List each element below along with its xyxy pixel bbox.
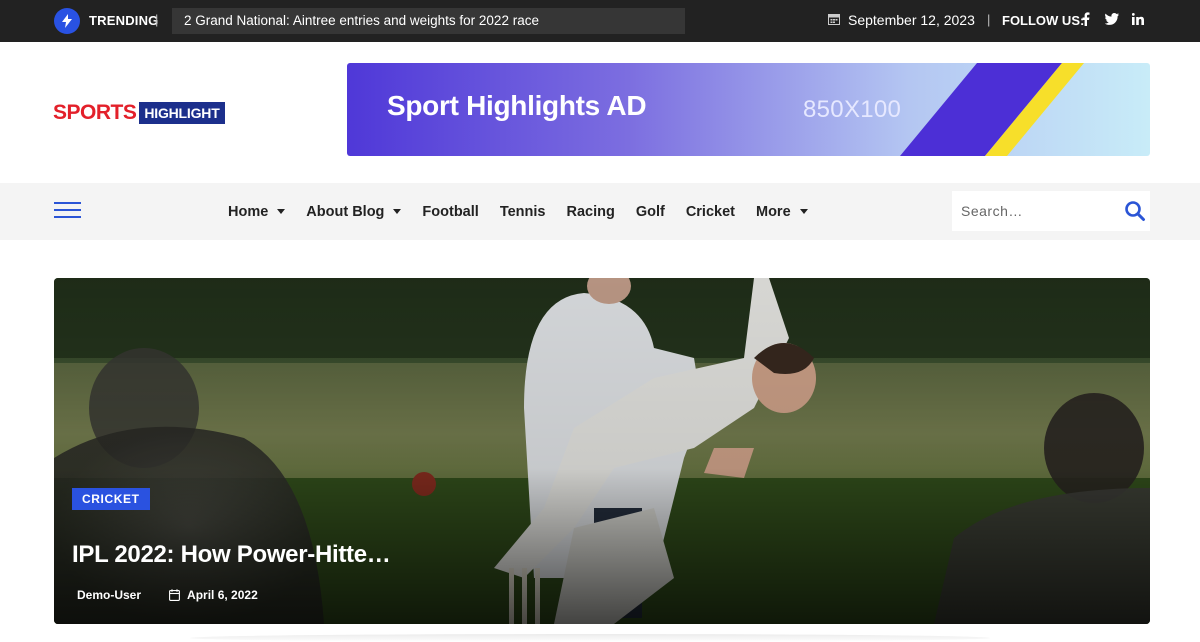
card-shadow	[190, 634, 990, 642]
facebook-icon[interactable]	[1079, 11, 1093, 27]
nav-item-home[interactable]: Home	[228, 204, 286, 220]
follow-separator: |	[987, 12, 991, 27]
logo-highlight-text: HIGHLIGHT	[139, 102, 225, 124]
follow-us-label: FOLLOW US:	[1002, 13, 1085, 28]
calendar-icon	[828, 12, 840, 28]
trending-label: TRENDING	[89, 13, 159, 28]
featured-image	[54, 278, 1150, 624]
logo-sports-text: SPORTS	[53, 101, 137, 124]
nav-item-more[interactable]: More	[756, 204, 808, 220]
post-date: April 6, 2022	[187, 588, 258, 602]
featured-post[interactable]: CRICKET IPL 2022: How Power-Hitte… Demo-…	[54, 278, 1150, 624]
lightning-icon	[54, 8, 80, 34]
category-badge[interactable]: CRICKET	[72, 488, 150, 510]
nav-menu: Home About Blog Football Tennis Racing G…	[228, 183, 829, 240]
search-icon[interactable]	[1124, 200, 1146, 222]
chevron-down-icon	[393, 209, 402, 214]
hamburger-menu-icon[interactable]	[54, 202, 81, 218]
twitter-icon[interactable]	[1105, 11, 1119, 27]
search-input[interactable]	[952, 191, 1122, 231]
post-author[interactable]: Demo-User	[77, 588, 141, 602]
current-date: September 12, 2023	[828, 12, 975, 28]
ad-banner[interactable]: Sport Highlights AD 850X100	[347, 63, 1150, 156]
chevron-down-icon	[277, 209, 286, 214]
nav-item-tennis[interactable]: Tennis	[500, 204, 546, 220]
top-bar: TRENDING | 2 Grand National: Aintree ent…	[0, 0, 1200, 42]
trending-separator: |	[155, 12, 159, 27]
featured-post-title[interactable]: IPL 2022: How Power-Hitte…	[72, 541, 391, 569]
linkedin-icon[interactable]	[1131, 11, 1145, 27]
nav-item-about-blog[interactable]: About Blog	[306, 204, 402, 220]
trending-ticker[interactable]: 2 Grand National: Aintree entries and we…	[172, 8, 685, 34]
calendar-icon	[169, 589, 180, 601]
nav-item-golf[interactable]: Golf	[636, 204, 665, 220]
ticker-headline[interactable]: 2 Grand National: Aintree entries and we…	[184, 13, 539, 28]
ad-size: 850X100	[803, 96, 902, 123]
nav-item-cricket[interactable]: Cricket	[686, 204, 735, 220]
social-links	[1079, 11, 1145, 27]
search-box	[952, 191, 1150, 231]
nav-item-football[interactable]: Football	[422, 204, 478, 220]
post-meta: Demo-User April 6, 2022	[77, 588, 258, 602]
site-logo[interactable]: SPORTS HIGHLIGHT	[53, 101, 225, 125]
nav-item-racing[interactable]: Racing	[566, 204, 614, 220]
chevron-down-icon	[799, 209, 808, 214]
date-text: September 12, 2023	[848, 12, 975, 28]
ad-title: Sport Highlights AD	[387, 90, 647, 121]
